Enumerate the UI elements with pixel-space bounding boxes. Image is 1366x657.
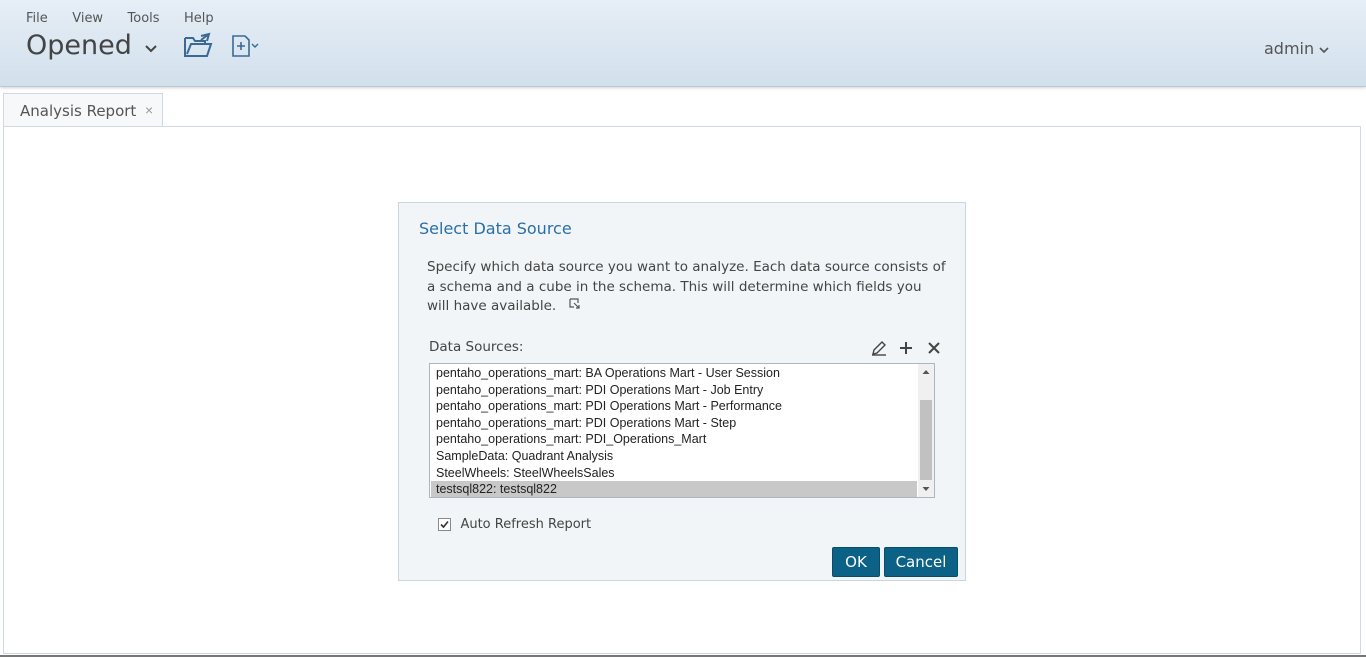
perspective-selector[interactable]: Opened: [26, 30, 158, 61]
dialog-description: Specify which data source you want to an…: [427, 258, 947, 317]
help-link-icon[interactable]: [568, 297, 581, 317]
user-menu[interactable]: admin: [1264, 39, 1329, 58]
select-data-source-dialog: Select Data Source Specify which data so…: [398, 202, 966, 581]
edit-icon[interactable]: [870, 339, 888, 357]
chevron-down-icon: [1319, 39, 1329, 58]
data-source-toolbar: [865, 339, 943, 357]
menu-help[interactable]: Help: [184, 11, 214, 26]
ok-button[interactable]: OK: [832, 547, 880, 577]
data-source-item[interactable]: pentaho_operations_mart: PDI Operations …: [431, 415, 917, 431]
list-scrollbar[interactable]: [918, 364, 934, 497]
data-source-item[interactable]: pentaho_operations_mart: BA Operations M…: [431, 365, 917, 381]
menu-bar: File View Tools Help: [16, 9, 224, 27]
data-source-item[interactable]: SteelWheels: SteelWheelsSales: [431, 465, 917, 481]
tab-strip: Analysis Report ×: [0, 87, 1366, 127]
tab-analysis-report[interactable]: Analysis Report ×: [3, 93, 163, 127]
data-source-item[interactable]: pentaho_operations_mart: PDI Operations …: [431, 382, 917, 398]
delete-icon[interactable]: [925, 339, 943, 357]
folder-open-icon[interactable]: [183, 32, 213, 63]
data-sources-label: Data Sources:: [429, 339, 524, 355]
scroll-up-icon[interactable]: [918, 364, 934, 380]
add-icon[interactable]: [897, 339, 915, 357]
user-name: admin: [1264, 39, 1315, 58]
dialog-description-text: Specify which data source you want to an…: [427, 259, 946, 314]
data-source-item[interactable]: testsql822: testsql822: [431, 481, 917, 497]
menu-tools[interactable]: Tools: [128, 11, 160, 26]
app-header: File View Tools Help Opened admin: [0, 0, 1366, 87]
new-file-icon[interactable]: [231, 34, 259, 63]
auto-refresh-label: Auto Refresh Report: [460, 517, 592, 533]
chevron-down-icon: [144, 30, 158, 61]
tab-label: Analysis Report: [20, 102, 137, 120]
perspective-label: Opened: [26, 30, 132, 61]
auto-refresh-option: Auto Refresh Report: [438, 516, 591, 532]
auto-refresh-checkbox[interactable]: [438, 518, 451, 532]
close-icon[interactable]: ×: [145, 102, 153, 118]
menu-view[interactable]: View: [72, 11, 103, 26]
scroll-thumb[interactable]: [920, 400, 932, 480]
data-source-item[interactable]: pentaho_operations_mart: PDI Operations …: [431, 398, 917, 414]
menu-file[interactable]: File: [26, 11, 48, 26]
data-source-item[interactable]: pentaho_operations_mart: PDI_Operations_…: [431, 431, 917, 447]
scroll-down-icon[interactable]: [918, 481, 934, 497]
dialog-title: Select Data Source: [419, 219, 572, 238]
data-source-item[interactable]: SampleData: Quadrant Analysis: [431, 448, 917, 464]
data-source-list[interactable]: pentaho_operations_mart: BA Operations M…: [429, 363, 935, 498]
cancel-button[interactable]: Cancel: [884, 547, 958, 577]
